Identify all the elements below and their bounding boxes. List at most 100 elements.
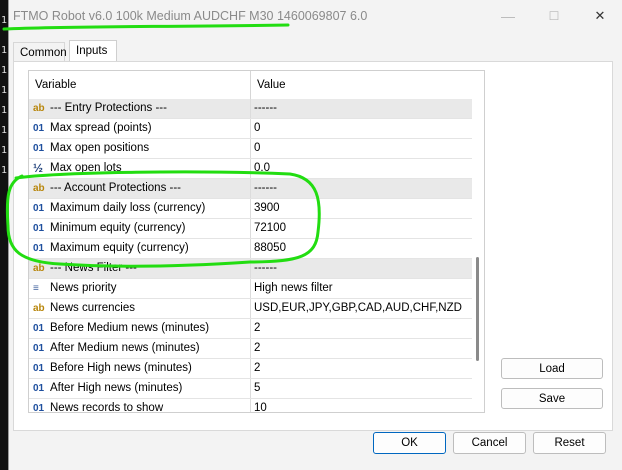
load-button[interactable]: Load [501, 358, 603, 379]
variable-cell: 01 Max open positions [29, 139, 251, 158]
input-row[interactable]: 01 After High news (minutes) 5 [29, 379, 473, 399]
column-header-value[interactable]: Value [251, 71, 473, 99]
variable-label: --- Entry Protections --- [50, 102, 167, 114]
input-row[interactable]: 01 After Medium news (minutes) 2 [29, 339, 473, 359]
variable-label: Minimum equity (currency) [50, 222, 186, 234]
tab-inputs[interactable]: Inputs [69, 40, 117, 61]
close-icon: ✕ [594, 8, 606, 23]
value-cell[interactable]: High news filter [251, 279, 473, 298]
variable-cell: 01 Max spread (points) [29, 119, 251, 138]
variable-label: After Medium news (minutes) [50, 342, 200, 354]
value-cell[interactable]: 72100 [251, 219, 473, 238]
input-row[interactable]: 01 Before Medium news (minutes) 2 [29, 319, 473, 339]
minimize-button[interactable]: — [485, 0, 531, 32]
input-row[interactable]: ½ Max open lots 0.0 [29, 159, 473, 179]
title-bar: FTMO Robot v6.0 100k Medium AUDCHF M30 1… [9, 0, 622, 34]
value-cell[interactable]: 0 [251, 119, 473, 138]
input-row[interactable]: 01 News records to show 10 [29, 399, 473, 413]
value-cell[interactable]: 5 [251, 379, 473, 398]
value-cell[interactable]: USD,EUR,JPY,GBP,CAD,AUD,CHF,NZD [251, 299, 473, 318]
integer-type-icon: 01 [33, 123, 45, 134]
input-row[interactable]: 01 Before High news (minutes) 2 [29, 359, 473, 379]
value-cell[interactable]: 88050 [251, 239, 473, 258]
value-cell[interactable]: 0 [251, 139, 473, 158]
variable-cell: 01 Before Medium news (minutes) [29, 319, 251, 338]
input-row[interactable]: 01 Max open positions 0 [29, 139, 473, 159]
ok-button[interactable]: OK [373, 432, 446, 454]
value-cell[interactable]: 10 [251, 399, 473, 412]
value-cell[interactable]: 3900 [251, 199, 473, 218]
variable-label: --- Account Protections --- [50, 182, 182, 194]
string-type-icon: ab [33, 103, 45, 114]
group-header-row[interactable]: ab --- News Filter --- ------ [29, 259, 473, 279]
value-cell[interactable]: 0.0 [251, 159, 473, 178]
variable-cell: ≡ News priority [29, 279, 251, 298]
integer-type-icon: 01 [33, 323, 45, 334]
integer-type-icon: 01 [33, 243, 45, 254]
variable-label: --- News Filter --- [50, 262, 137, 274]
variable-cell: ab --- News Filter --- [29, 259, 251, 278]
input-row[interactable]: 01 Max spread (points) 0 [29, 119, 473, 139]
integer-type-icon: 01 [33, 363, 45, 374]
group-header-row[interactable]: ab --- Account Protections --- ------ [29, 179, 473, 199]
integer-type-icon: 01 [33, 383, 45, 394]
integer-type-icon: 01 [33, 203, 45, 214]
inputs-dialog: FTMO Robot v6.0 100k Medium AUDCHF M30 1… [8, 0, 622, 470]
variable-cell: 01 After Medium news (minutes) [29, 339, 251, 358]
value-cell[interactable]: ------ [251, 259, 473, 278]
variable-cell: 01 News records to show [29, 399, 251, 413]
value-cell[interactable]: 2 [251, 359, 473, 378]
vertical-scrollbar[interactable] [472, 71, 484, 412]
string-type-icon: ab [33, 303, 45, 314]
column-header-variable[interactable]: Variable [29, 71, 251, 99]
variable-cell: ab --- Entry Protections --- [29, 99, 251, 118]
input-row[interactable]: 01 Maximum equity (currency) 88050 [29, 239, 473, 259]
variable-label: After High news (minutes) [50, 382, 183, 394]
variable-cell: 01 Maximum equity (currency) [29, 239, 251, 258]
input-row[interactable]: 01 Minimum equity (currency) 72100 [29, 219, 473, 239]
reset-button[interactable]: Reset [533, 432, 606, 454]
inputs-grid: Variable Value ab --- Entry Protections -… [28, 70, 485, 413]
variable-label: News records to show [50, 402, 164, 413]
value-cell[interactable]: ------ [251, 99, 473, 118]
input-row[interactable]: 01 Maximum daily loss (currency) 3900 [29, 199, 473, 219]
enum-type-icon: ≡ [33, 283, 39, 294]
string-type-icon: ab [33, 263, 45, 274]
value-cell[interactable]: 2 [251, 319, 473, 338]
double-type-icon: ½ [33, 161, 44, 175]
maximize-button[interactable]: ☐ [531, 0, 577, 32]
variable-cell: ab --- Account Protections --- [29, 179, 251, 198]
variable-label: News priority [50, 282, 117, 294]
grid-header: Variable Value [29, 71, 473, 100]
close-button[interactable]: ✕ [577, 0, 622, 32]
group-header-row[interactable]: ab --- Entry Protections --- ------ [29, 99, 473, 119]
variable-label: Max open lots [50, 162, 122, 174]
variable-label: Before Medium news (minutes) [50, 322, 210, 334]
integer-type-icon: 01 [33, 403, 45, 413]
variable-label: Max open positions [50, 142, 150, 154]
integer-type-icon: 01 [33, 223, 45, 234]
variable-label: Max spread (points) [50, 122, 152, 134]
input-row[interactable]: ab News currencies USD,EUR,JPY,GBP,CAD,AUD… [29, 299, 473, 319]
integer-type-icon: 01 [33, 143, 45, 154]
cancel-button[interactable]: Cancel [453, 432, 526, 454]
input-row[interactable]: ≡ News priority High news filter [29, 279, 473, 299]
value-cell[interactable]: ------ [251, 179, 473, 198]
variable-cell: ab News currencies [29, 299, 251, 318]
value-cell[interactable]: 2 [251, 339, 473, 358]
save-button[interactable]: Save [501, 388, 603, 409]
string-type-icon: ab [33, 183, 45, 194]
maximize-icon: ☐ [548, 9, 560, 23]
variable-label: Before High news (minutes) [50, 362, 192, 374]
scrollbar-thumb[interactable] [476, 257, 479, 361]
variable-label: Maximum daily loss (currency) [50, 202, 206, 214]
variable-cell: 01 Minimum equity (currency) [29, 219, 251, 238]
window-title: FTMO Robot v6.0 100k Medium AUDCHF M30 1… [13, 9, 368, 23]
variable-label: News currencies [50, 302, 135, 314]
inputs-panel: Variable Value ab --- Entry Protections -… [13, 61, 613, 431]
integer-type-icon: 01 [33, 343, 45, 354]
variable-cell: 01 After High news (minutes) [29, 379, 251, 398]
variable-cell: ½ Max open lots [29, 159, 251, 178]
tab-common[interactable]: Common [13, 42, 67, 62]
variable-cell: 01 Maximum daily loss (currency) [29, 199, 251, 218]
